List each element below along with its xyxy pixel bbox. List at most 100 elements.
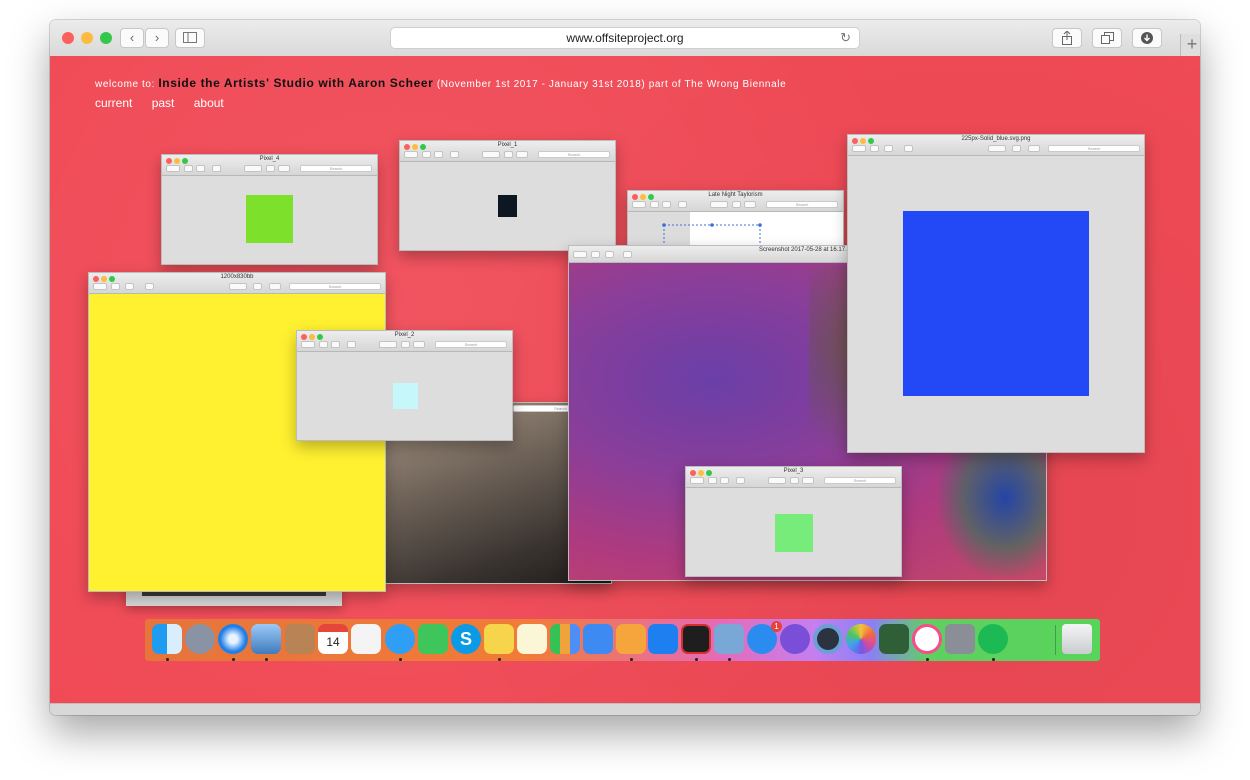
- zoom-out-button[interactable]: [319, 341, 328, 348]
- markup-button[interactable]: [244, 165, 262, 172]
- back-button[interactable]: ‹: [120, 28, 144, 48]
- system-preferences-icon[interactable]: [945, 624, 975, 654]
- zoom-out-button[interactable]: [708, 477, 717, 484]
- share-button[interactable]: [347, 341, 356, 348]
- preview-window-blue[interactable]: 225px-Solid_blue.svg.png Search: [847, 134, 1145, 453]
- zoom-in-button[interactable]: [331, 341, 340, 348]
- preview-window-pixel3[interactable]: Pixel_3 Search: [685, 466, 902, 577]
- share-button[interactable]: [736, 477, 745, 484]
- preview-window-pixel4[interactable]: Pixel_4 Search: [161, 154, 378, 265]
- markup-button[interactable]: [710, 201, 728, 208]
- zoom-in-button[interactable]: [662, 201, 671, 208]
- zoom-in-button[interactable]: [884, 145, 893, 152]
- calendar-icon[interactable]: 14: [318, 624, 348, 654]
- notes-icon[interactable]: [517, 624, 547, 654]
- share-button[interactable]: [904, 145, 913, 152]
- search-field[interactable]: Search: [300, 165, 372, 172]
- zoom-in-button[interactable]: [720, 477, 729, 484]
- toolbox-button[interactable]: [744, 201, 756, 208]
- keynote-icon[interactable]: [583, 624, 613, 654]
- trash-icon[interactable]: [1062, 624, 1092, 654]
- markup-button[interactable]: [229, 283, 247, 290]
- photo-booth-icon[interactable]: [879, 624, 909, 654]
- toolbox-button[interactable]: [269, 283, 281, 290]
- zoom-out-button[interactable]: [591, 251, 600, 258]
- facetime-icon[interactable]: [418, 624, 448, 654]
- spotify-icon[interactable]: [978, 624, 1008, 654]
- rotate-button[interactable]: [732, 201, 741, 208]
- sidebar-button[interactable]: [175, 28, 205, 48]
- finder-icon[interactable]: [152, 624, 182, 654]
- zoom-out-button[interactable]: [111, 283, 120, 290]
- numbers-icon[interactable]: [550, 624, 580, 654]
- zoom-out-button[interactable]: [650, 201, 659, 208]
- textedit-icon[interactable]: [351, 624, 381, 654]
- stickies-icon[interactable]: [484, 624, 514, 654]
- toolbar-button[interactable]: [690, 477, 704, 484]
- photos-icon[interactable]: [846, 624, 876, 654]
- search-field[interactable]: Search: [538, 151, 610, 158]
- zoom-out-button[interactable]: [184, 165, 193, 172]
- toolbox-button[interactable]: [278, 165, 290, 172]
- toolbar-button[interactable]: [852, 145, 866, 152]
- zoom-in-button[interactable]: [605, 251, 614, 258]
- share-button[interactable]: [145, 283, 154, 290]
- toolbar-button[interactable]: [166, 165, 180, 172]
- safari-icon[interactable]: [218, 624, 248, 654]
- acrobat-icon[interactable]: [681, 624, 711, 654]
- search-field[interactable]: Search: [824, 477, 896, 484]
- quicktime-icon[interactable]: [813, 624, 843, 654]
- nav-current-link[interactable]: current: [95, 96, 132, 110]
- share-button[interactable]: [623, 251, 632, 258]
- zoom-out-button[interactable]: [422, 151, 431, 158]
- downloads-button[interactable]: [1132, 28, 1162, 48]
- pages-icon[interactable]: [616, 624, 646, 654]
- rotate-button[interactable]: [253, 283, 262, 290]
- markup-button[interactable]: [988, 145, 1006, 152]
- preview-icon[interactable]: [251, 624, 281, 654]
- toolbox-button[interactable]: [413, 341, 425, 348]
- rotate-button[interactable]: [401, 341, 410, 348]
- search-field[interactable]: Search: [1048, 145, 1140, 152]
- search-field[interactable]: Search: [435, 341, 507, 348]
- tabs-overview-button[interactable]: [1092, 28, 1122, 48]
- search-field[interactable]: Search: [289, 283, 381, 290]
- zoom-out-button[interactable]: [870, 145, 879, 152]
- rotate-button[interactable]: [790, 477, 799, 484]
- address-bar[interactable]: www.offsiteproject.org ↻: [390, 27, 860, 49]
- dropbox-icon[interactable]: [648, 624, 678, 654]
- preview-window-pixel2[interactable]: Pixel_2 Search: [296, 330, 513, 441]
- share-button[interactable]: [450, 151, 459, 158]
- contacts-icon[interactable]: [285, 624, 315, 654]
- toolbar-button[interactable]: [93, 283, 107, 290]
- launchpad-icon[interactable]: [185, 624, 215, 654]
- image-capture-icon[interactable]: [714, 624, 744, 654]
- nav-past-link[interactable]: past: [152, 96, 175, 110]
- rotate-button[interactable]: [1012, 145, 1021, 152]
- markup-button[interactable]: [379, 341, 397, 348]
- zoom-in-button[interactable]: [196, 165, 205, 172]
- share-button[interactable]: [212, 165, 221, 172]
- toolbar-button[interactable]: [301, 341, 315, 348]
- forward-button[interactable]: ›: [145, 28, 169, 48]
- toolbox-button[interactable]: [802, 477, 814, 484]
- toolbox-button[interactable]: [516, 151, 528, 158]
- minimize-button[interactable]: [81, 32, 93, 44]
- messages-icon[interactable]: [385, 624, 415, 654]
- markup-button[interactable]: [768, 477, 786, 484]
- itunes-icon[interactable]: [912, 624, 942, 654]
- zoom-button[interactable]: [100, 32, 112, 44]
- new-tab-button[interactable]: +: [1180, 34, 1200, 56]
- nav-about-link[interactable]: about: [194, 96, 224, 110]
- toolbar-button[interactable]: [404, 151, 418, 158]
- preview-window-pixel1[interactable]: Pixel_1 Search: [399, 140, 616, 251]
- search-field[interactable]: Search: [766, 201, 838, 208]
- toolbox-button[interactable]: [1028, 145, 1040, 152]
- share-button[interactable]: [1052, 28, 1082, 48]
- share-button[interactable]: [678, 201, 687, 208]
- markup-button[interactable]: [482, 151, 500, 158]
- reload-icon[interactable]: ↻: [840, 28, 851, 48]
- zoom-in-button[interactable]: [434, 151, 443, 158]
- skype-icon[interactable]: S: [451, 624, 481, 654]
- toolbar-button[interactable]: [632, 201, 646, 208]
